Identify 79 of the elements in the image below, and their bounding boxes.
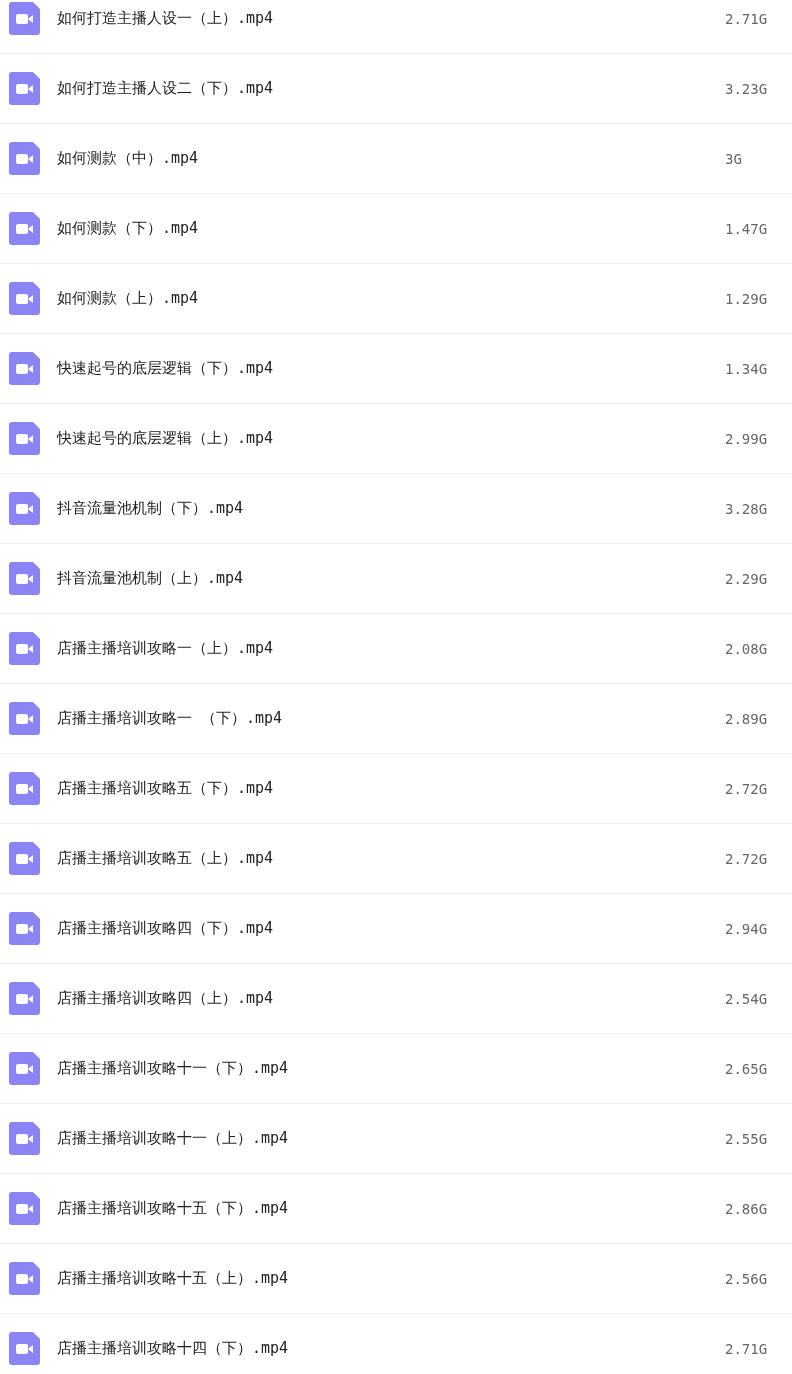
video-file-icon — [9, 422, 40, 455]
file-name: 快速起号的底层逻辑（上）.mp4 — [57, 429, 275, 448]
file-name: 店播主播培训攻略十五（上）.mp4 — [57, 1269, 290, 1288]
file-row[interactable]: 店播主播培训攻略十一（下）.mp4 2.65G — [0, 1034, 792, 1104]
file-name: 店播主播培训攻略十五（下）.mp4 — [57, 1199, 290, 1218]
file-size: 2.54G — [725, 990, 769, 1007]
file-size: 1.29G — [725, 290, 769, 307]
video-file-icon — [9, 1122, 40, 1155]
file-name: 店播主播培训攻略四（上）.mp4 — [57, 989, 275, 1008]
video-file-icon — [9, 842, 40, 875]
file-name: 如何测款（上）.mp4 — [57, 289, 200, 308]
file-row[interactable]: 店播主播培训攻略五（上）.mp4 2.72G — [0, 824, 792, 894]
video-file-icon — [9, 352, 40, 385]
file-row[interactable]: 如何测款（上）.mp4 1.29G — [0, 264, 792, 334]
file-size: 2.89G — [725, 710, 769, 727]
video-file-icon — [9, 1192, 40, 1225]
file-name: 如何测款（中）.mp4 — [57, 149, 200, 168]
file-row[interactable]: 店播主播培训攻略四（上）.mp4 2.54G — [0, 964, 792, 1034]
video-file-icon — [9, 772, 40, 805]
file-size: 3G — [725, 150, 743, 167]
file-size: 2.94G — [725, 920, 769, 937]
file-size: 2.55G — [725, 1130, 769, 1147]
file-size: 2.71G — [725, 10, 769, 27]
file-row[interactable]: 店播主播培训攻略十四（下）.mp4 2.71G — [0, 1314, 792, 1374]
video-file-icon — [9, 982, 40, 1015]
file-name: 店播主播培训攻略十一（下）.mp4 — [57, 1059, 290, 1078]
file-name: 店播主播培训攻略五（上）.mp4 — [57, 849, 275, 868]
file-row[interactable]: 抖音流量池机制（上）.mp4 2.29G — [0, 544, 792, 614]
file-name: 店播主播培训攻略四（下）.mp4 — [57, 919, 275, 938]
file-size: 2.65G — [725, 1060, 769, 1077]
video-file-icon — [9, 702, 40, 735]
file-row[interactable]: 如何打造主播人设二（下）.mp4 3.23G — [0, 54, 792, 124]
file-row[interactable]: 如何测款（中）.mp4 3G — [0, 124, 792, 194]
file-name: 店播主播培训攻略五（下）.mp4 — [57, 779, 275, 798]
file-size: 2.56G — [725, 1270, 769, 1287]
video-file-icon — [9, 632, 40, 665]
file-row[interactable]: 店播主播培训攻略十一（上）.mp4 2.55G — [0, 1104, 792, 1174]
file-row[interactable]: 店播主播培训攻略一（上）.mp4 2.08G — [0, 614, 792, 684]
video-file-icon — [9, 562, 40, 595]
file-name: 快速起号的底层逻辑（下）.mp4 — [57, 359, 275, 378]
file-size: 2.08G — [725, 640, 769, 657]
file-name: 如何打造主播人设一（上）.mp4 — [57, 9, 275, 28]
file-row[interactable]: 店播主播培训攻略一 （下）.mp4 2.89G — [0, 684, 792, 754]
video-file-icon — [9, 1052, 40, 1085]
file-name: 抖音流量池机制（下）.mp4 — [57, 499, 245, 518]
video-file-icon — [9, 912, 40, 945]
file-size: 3.23G — [725, 80, 769, 97]
file-row[interactable]: 店播主播培训攻略十五（上）.mp4 2.56G — [0, 1244, 792, 1314]
file-row[interactable]: 店播主播培训攻略五（下）.mp4 2.72G — [0, 754, 792, 824]
file-name: 如何测款（下）.mp4 — [57, 219, 200, 238]
video-file-icon — [9, 72, 40, 105]
video-file-icon — [9, 1332, 40, 1365]
file-row[interactable]: 快速起号的底层逻辑（上）.mp4 2.99G — [0, 404, 792, 474]
file-name: 店播主播培训攻略十一（上）.mp4 — [57, 1129, 290, 1148]
file-name: 抖音流量池机制（上）.mp4 — [57, 569, 245, 588]
file-size: 2.86G — [725, 1200, 769, 1217]
video-file-icon — [9, 1262, 40, 1295]
video-file-icon — [9, 212, 40, 245]
file-row[interactable]: 快速起号的底层逻辑（下）.mp4 1.34G — [0, 334, 792, 404]
file-row[interactable]: 店播主播培训攻略四（下）.mp4 2.94G — [0, 894, 792, 964]
file-size: 2.72G — [725, 850, 769, 867]
file-size: 2.29G — [725, 570, 769, 587]
file-row[interactable]: 如何测款（下）.mp4 1.47G — [0, 194, 792, 264]
file-name: 如何打造主播人设二（下）.mp4 — [57, 79, 275, 98]
file-row[interactable]: 店播主播培训攻略十五（下）.mp4 2.86G — [0, 1174, 792, 1244]
video-file-icon — [9, 492, 40, 525]
file-name: 店播主播培训攻略十四（下）.mp4 — [57, 1339, 290, 1358]
file-size: 1.34G — [725, 360, 769, 377]
file-name: 店播主播培训攻略一 （下）.mp4 — [57, 709, 284, 728]
file-size: 2.99G — [725, 430, 769, 447]
file-size: 2.71G — [725, 1340, 769, 1357]
video-file-icon — [9, 142, 40, 175]
video-file-icon — [9, 282, 40, 315]
file-size: 3.28G — [725, 500, 769, 517]
file-name: 店播主播培训攻略一（上）.mp4 — [57, 639, 275, 658]
file-row[interactable]: 抖音流量池机制（下）.mp4 3.28G — [0, 474, 792, 544]
file-size: 2.72G — [725, 780, 769, 797]
file-row[interactable]: 如何打造主播人设一（上）.mp4 2.71G — [0, 0, 792, 54]
file-size: 1.47G — [725, 220, 769, 237]
